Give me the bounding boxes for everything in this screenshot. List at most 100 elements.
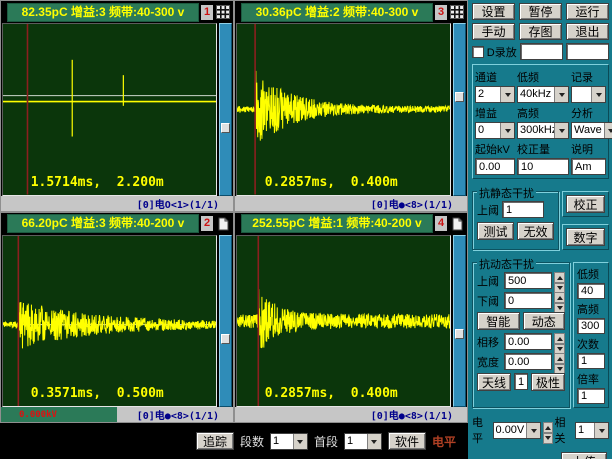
description-field[interactable] [571,158,606,175]
dropdown-arrow-icon[interactable] [500,87,514,102]
panel-3-vertical-slider[interactable] [219,234,232,407]
count-field[interactable] [577,353,605,369]
panel-3-titlebar: 66.20pC 增益:3 频带:40-200 v 2 [1,213,233,235]
static-upper-threshold-field[interactable] [502,201,544,218]
pause-button[interactable]: 暂停 [519,3,562,20]
width-field[interactable] [504,353,553,370]
record-playback-checkbox[interactable] [472,45,484,58]
spin-down-icon[interactable] [543,432,553,444]
panel-4-plot[interactable]: 0.2857ms, 0.400m [236,234,451,407]
first-segment-select[interactable]: 1 [343,432,382,450]
dropdown-arrow-icon[interactable] [554,123,568,138]
spinner [554,292,566,314]
polarity-button[interactable]: 极性 [531,373,566,391]
panel-2-header[interactable]: 30.36pC 增益:2 频带:40-300 v [241,2,433,22]
dropdown-arrow-icon[interactable] [292,433,307,449]
slider-handle[interactable] [221,122,230,133]
spin-up-icon[interactable] [554,353,566,364]
panel-3-header[interactable]: 66.20pC 增益:3 频带:40-200 v [7,214,199,233]
spin-up-icon[interactable] [554,333,566,344]
acquisition-params-box: 通道 低频 记录 2 40kHz 增益 高频 分析 0 300kHz Wave … [472,64,612,179]
panel-3-plot[interactable]: 0.3571ms, 0.500m [2,234,217,407]
panel-2-plot[interactable]: 0.2857ms, 0.400m [236,23,451,196]
record-value [572,87,591,102]
width-label: 宽度 [477,356,499,369]
track-button[interactable]: 追踪 [195,432,234,450]
grid-icon[interactable] [215,4,231,20]
calibrate-button[interactable]: 校正 [566,195,605,213]
slider-handle[interactable] [455,329,464,340]
dyn-lower-threshold-field[interactable] [504,292,553,309]
slider-handle[interactable] [221,334,230,345]
dropdown-arrow-icon[interactable] [591,87,605,102]
highfreq2-field[interactable] [577,318,605,334]
panel-4-header[interactable]: 252.55pC 增益:1 频带:40-200 v [241,214,433,233]
dynamic-button[interactable]: 动态 [522,312,566,330]
frequency-column: 低频 高频 次数 倍率 [573,262,609,408]
highfreq-select[interactable]: 300kHz [517,122,569,139]
digital-button[interactable]: 数字 [566,228,605,246]
record-label: 记录 [571,72,593,84]
dropdown-arrow-icon[interactable] [594,422,608,438]
dropdown-arrow-icon[interactable] [500,123,514,138]
lowfreq-label: 低频 [517,72,539,84]
run-button[interactable]: 运行 [566,3,609,20]
panel-2-titlebar: 30.36pC 增益:2 频带:40-300 v 3 [235,1,467,23]
gain-select[interactable]: 0 [475,122,515,139]
dropdown-arrow-icon[interactable] [603,123,612,138]
panel-4-number-badge: 4 [435,216,447,231]
spin-up-icon[interactable] [554,292,566,303]
manual-button[interactable]: 手动 [472,23,515,40]
lowfreq-select[interactable]: 40kHz [517,86,569,103]
panel-3-number-badge: 2 [201,216,213,231]
panel-4-status-text: [0]电●<8>(1/1) [370,411,453,422]
ae-detector-window: 82.35pC 增益:3 频带:40-300 v 1 1.5714ms, 2.2… [0,0,612,459]
panel-2-vertical-slider[interactable] [453,23,466,196]
dyn-upper-threshold-field[interactable] [504,272,553,289]
dropdown-arrow-icon[interactable] [554,87,568,102]
dropdown-arrow-icon[interactable] [526,422,541,438]
panel-4-vertical-slider[interactable] [453,234,466,407]
spinner [554,272,566,294]
panel-3-body: 0.3571ms, 0.500m [1,234,233,407]
test-button[interactable]: 测试 [477,222,514,240]
spin-up-icon[interactable] [543,421,553,433]
panel-3-measurement: 0.3571ms, 0.500m [30,386,164,401]
invalid-button[interactable]: 无效 [517,222,554,240]
panel-3-status-text: [0]电●<8>(1/1) [136,411,219,422]
channel-select[interactable]: 2 [475,86,515,103]
page-icon[interactable] [449,216,465,232]
panel-1-plot[interactable]: 1.5714ms, 2.200m [2,23,217,196]
record-file-field-1[interactable] [519,43,563,60]
settings-button[interactable]: 设置 [472,3,515,20]
slider-handle[interactable] [455,92,464,103]
page-icon[interactable] [215,216,231,232]
related-select[interactable]: 1 [575,421,609,439]
panel-1-vertical-slider[interactable] [219,23,232,196]
panel-1-header[interactable]: 82.35pC 增益:3 频带:40-300 v [7,2,199,22]
analysis-select[interactable]: Wave [571,122,612,139]
level-select[interactable]: 0.00V [492,421,542,439]
panel-1-status-text: [0]电O<1>(1/1) [136,199,219,211]
exit-button[interactable]: 退出 [566,23,609,40]
spin-up-icon[interactable] [554,272,566,283]
first-segment-label: 首段 [313,434,338,449]
lowfreq2-field[interactable] [577,283,605,299]
segments-select[interactable]: 1 [269,432,308,450]
dropdown-arrow-icon[interactable] [366,433,381,449]
startkv-field[interactable] [475,158,515,175]
correction-field[interactable] [517,158,569,175]
upload-button[interactable]: 上传 [561,452,607,459]
save-image-button[interactable]: 存图 [519,23,562,40]
phase-shift-field[interactable] [504,333,553,350]
grid-icon[interactable] [449,4,465,20]
record-file-field-2[interactable] [565,43,609,60]
smart-button[interactable]: 智能 [477,312,520,330]
ratio-field[interactable] [577,388,605,404]
antenna-button[interactable]: 天线 [477,373,512,391]
antenna-count-field[interactable] [514,373,529,390]
highfreq-value: 300kHz [520,124,554,136]
software-button[interactable]: 软件 [387,432,426,450]
record-select[interactable] [571,86,606,103]
channel-label: 通道 [475,72,497,84]
